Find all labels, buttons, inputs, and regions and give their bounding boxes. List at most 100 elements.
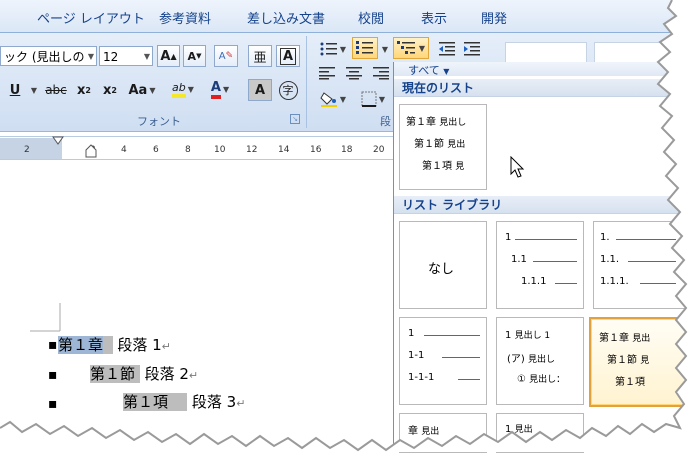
list-style-chapter-partial[interactable]: 章 見出 bbox=[399, 413, 487, 453]
current-list-thumbnail[interactable]: 第１章 見出し 第１節 見出 第１項 見 bbox=[399, 104, 487, 190]
align-right-icon bbox=[373, 66, 389, 79]
numbering-button[interactable] bbox=[352, 37, 378, 59]
font-group-label: フォント bbox=[137, 115, 181, 128]
tab-references[interactable]: 参考資料 bbox=[159, 8, 211, 27]
grow-font-button[interactable]: A ▲ bbox=[157, 45, 180, 67]
align-center-button[interactable] bbox=[343, 62, 365, 84]
font-size-combo[interactable]: 12 ▼ bbox=[99, 46, 153, 66]
paragraph-1[interactable]: 第１章 段落 1↵ bbox=[58, 334, 171, 355]
clear-format-icon: A bbox=[218, 50, 226, 62]
return-mark-icon: ↵ bbox=[188, 369, 199, 382]
level-1-number: 章 bbox=[408, 426, 418, 437]
enclose-characters-button[interactable]: 字 bbox=[276, 79, 300, 101]
chevron-down-icon: ▼ bbox=[143, 52, 150, 61]
heading-label: 見出 bbox=[421, 427, 440, 437]
underline-button[interactable]: U bbox=[4, 79, 26, 101]
heading-label: 見出し bbox=[528, 355, 556, 365]
align-left-button[interactable] bbox=[316, 62, 338, 84]
tab-review[interactable]: 校閲 bbox=[358, 8, 384, 27]
ruler-tick: 16 bbox=[310, 145, 322, 155]
gallery-filter-label: すべて bbox=[408, 64, 440, 77]
font-color-button[interactable]: A ▼ bbox=[203, 78, 237, 100]
paragraph-text: 段落 2 bbox=[144, 365, 189, 383]
list-style-number-partial[interactable]: 1 見出 bbox=[496, 413, 584, 453]
strikethrough-label: abc bbox=[45, 83, 67, 97]
up-arrow-icon: ▲ bbox=[170, 51, 177, 61]
chevron-down-icon: ▼ bbox=[339, 94, 347, 104]
superscript-2-icon: 2 bbox=[111, 85, 117, 95]
multilevel-list-button[interactable]: ▼ bbox=[393, 37, 429, 59]
subscript-label: x bbox=[77, 82, 86, 98]
ruler-tick: 18 bbox=[341, 145, 353, 155]
chevron-down-icon: ▼ bbox=[222, 84, 230, 94]
level-1-number: 第１章 bbox=[406, 117, 436, 128]
clear-format-button[interactable]: A ✎ bbox=[214, 45, 238, 67]
level-1-number: 1 bbox=[408, 328, 415, 339]
heading-label: 見出 bbox=[447, 140, 466, 150]
highlight-color-button[interactable]: ab ▼ bbox=[166, 78, 200, 100]
paragraph-group-label: 段 bbox=[380, 115, 391, 128]
tab-view[interactable]: 表示 bbox=[421, 8, 447, 27]
align-right-button[interactable] bbox=[370, 62, 392, 84]
bullets-button[interactable]: ▼ bbox=[316, 38, 350, 60]
increase-indent-button[interactable] bbox=[461, 38, 483, 60]
ruler-tick: 4 bbox=[121, 145, 127, 155]
paragraph-3[interactable]: 第１項 段落 3↵ bbox=[123, 391, 245, 412]
strikethrough-button[interactable]: abc bbox=[42, 79, 70, 101]
subscript-2-icon: 2 bbox=[85, 85, 91, 95]
list-style-decimal-outline[interactable]: 1 1.1 1.1.1 bbox=[496, 221, 584, 309]
list-style-chapter-section[interactable]: 第１章 見出 第１節 見 第１項 bbox=[589, 317, 688, 407]
change-case-button[interactable]: Aa ▼ bbox=[126, 79, 158, 101]
character-border-button[interactable]: A bbox=[276, 45, 300, 67]
level-1-number: 1 bbox=[505, 424, 512, 435]
tab-page-layout[interactable]: ページ レイアウト bbox=[37, 8, 145, 27]
current-list-heading: 現在のリスト bbox=[394, 79, 688, 97]
subscript-button[interactable]: x2 bbox=[73, 79, 95, 101]
shrink-font-button[interactable]: A ▼ bbox=[183, 45, 206, 67]
first-line-indent-marker-icon[interactable] bbox=[52, 136, 64, 146]
level-3-number: 1-1-1 bbox=[408, 372, 435, 383]
increase-indent-icon bbox=[464, 42, 480, 56]
font-name-value: ック (見出しの bbox=[4, 50, 85, 64]
borders-button[interactable]: ▼ bbox=[356, 88, 390, 110]
heading-label: 見出し bbox=[439, 118, 467, 128]
tab-mailings[interactable]: 差し込み文書 bbox=[247, 8, 325, 27]
horizontal-ruler[interactable]: 2 2 4 6 8 10 12 14 16 18 20 bbox=[0, 136, 395, 160]
decrease-indent-button[interactable] bbox=[436, 38, 458, 60]
heading-label: 見出し： bbox=[529, 375, 566, 385]
level-2-number: 第１節 bbox=[414, 139, 444, 150]
gallery-filter-dropdown[interactable]: すべて ▼ bbox=[408, 62, 449, 78]
font-name-combo[interactable]: ック (見出しの ▼ bbox=[0, 46, 97, 66]
list-style-heading-mixed[interactable]: 1 見出し 1 (ア) 見出し ① 見出し： bbox=[496, 317, 584, 405]
tab-developer[interactable]: 開発 bbox=[481, 8, 507, 27]
level-1-number: 1 bbox=[505, 330, 512, 341]
chevron-down-icon: ▼ bbox=[187, 84, 194, 94]
ruler-tick: 8 bbox=[185, 145, 191, 155]
underline-dropdown[interactable]: ▼ bbox=[28, 79, 38, 101]
enclose-characters-icon: 字 bbox=[278, 80, 298, 100]
phonetic-guide-button[interactable]: 亜 bbox=[248, 45, 272, 67]
mouse-pointer-icon bbox=[510, 156, 525, 178]
group-divider bbox=[306, 36, 307, 128]
shading-button[interactable]: ▼ bbox=[316, 88, 350, 110]
character-border-icon: A bbox=[279, 47, 297, 65]
numbering-dropdown[interactable]: ▼ bbox=[379, 38, 389, 60]
ruler-tick: 20 bbox=[373, 145, 385, 155]
chevron-down-icon: ▼ bbox=[418, 43, 426, 53]
heading-label: 見出 bbox=[632, 334, 651, 344]
paragraph-text: 段落 3 bbox=[191, 393, 237, 411]
list-style-hyphen-outline[interactable]: 1 1-1 1-1-1 bbox=[399, 317, 487, 405]
list-bullet: ▪ bbox=[48, 337, 58, 353]
character-shading-button[interactable]: A bbox=[248, 79, 272, 101]
hanging-indent-marker-icon[interactable] bbox=[85, 144, 97, 158]
list-library-heading: リスト ライブラリ bbox=[394, 196, 688, 214]
level-2-number: 第１節 bbox=[607, 355, 637, 366]
paragraph-2[interactable]: 第１節 段落 2↵ bbox=[90, 363, 198, 384]
ribbon-tab-bar: ページ レイアウト 参考資料 差し込み文書 校閲 表示 開発 bbox=[0, 0, 688, 33]
list-style-decimal-dotted[interactable]: 1. 1.1. 1.1.1. bbox=[593, 221, 688, 309]
font-dialog-launcher-icon[interactable]: ↘ bbox=[290, 114, 300, 124]
ruler-tick: 12 bbox=[246, 145, 258, 155]
list-style-none[interactable]: なし bbox=[399, 221, 487, 309]
none-label: なし bbox=[428, 262, 455, 277]
superscript-button[interactable]: x2 bbox=[99, 79, 121, 101]
